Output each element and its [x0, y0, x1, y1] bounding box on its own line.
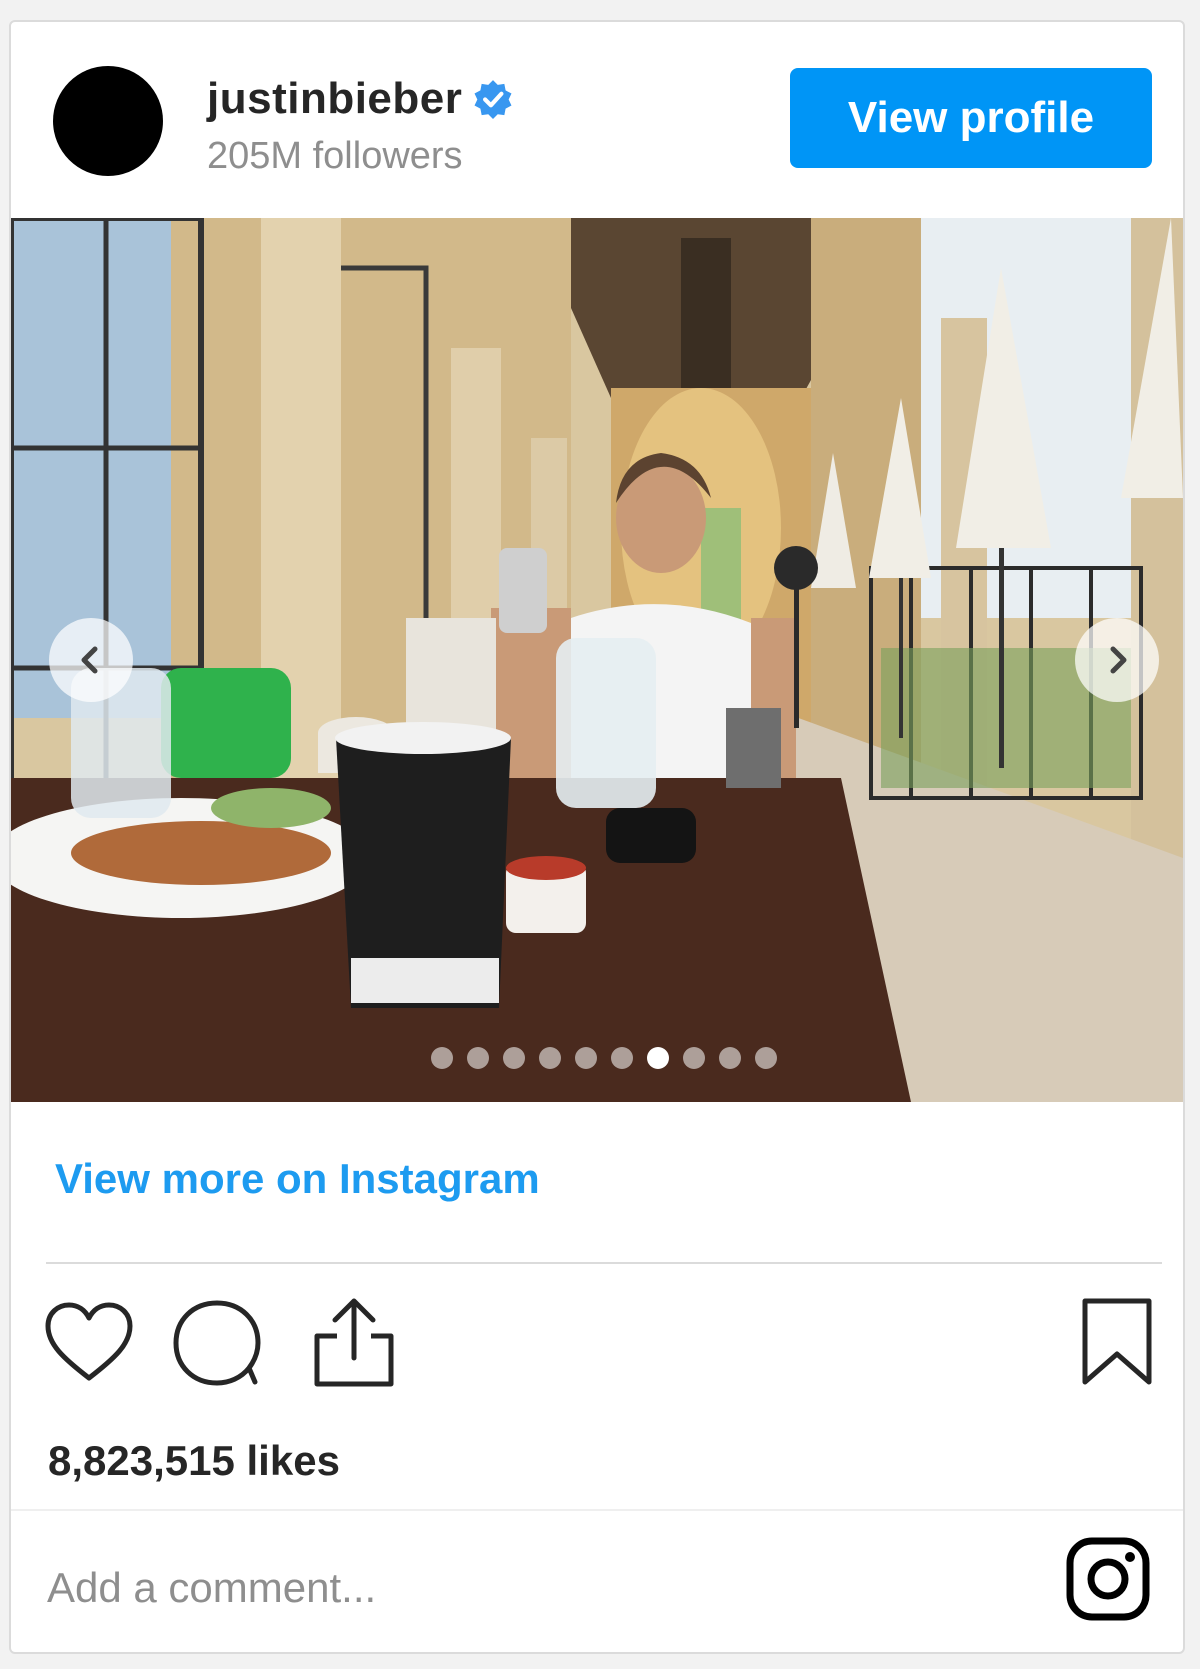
- followers-count: 205M followers: [207, 135, 463, 177]
- carousel-dot[interactable]: [647, 1047, 669, 1069]
- carousel-dot[interactable]: [575, 1047, 597, 1069]
- comment-bubble-icon[interactable]: [171, 1298, 263, 1388]
- carousel-next-button[interactable]: [1075, 618, 1159, 702]
- carousel-dot[interactable]: [683, 1047, 705, 1069]
- carousel-dot[interactable]: [719, 1047, 741, 1069]
- post-photo: [11, 218, 1183, 1102]
- carousel-dot[interactable]: [503, 1047, 525, 1069]
- carousel-dot[interactable]: [431, 1047, 453, 1069]
- carousel-dot[interactable]: [755, 1047, 777, 1069]
- heart-icon[interactable]: [43, 1300, 135, 1384]
- post-header: justinbieber 205M followers View profile: [11, 22, 1183, 217]
- divider: [11, 1509, 1183, 1511]
- carousel-prev-button[interactable]: [49, 618, 133, 702]
- chevron-right-icon: [1110, 646, 1127, 674]
- share-icon[interactable]: [311, 1296, 397, 1388]
- action-bar: [11, 1290, 1183, 1400]
- instagram-icon[interactable]: [1066, 1537, 1150, 1621]
- username[interactable]: justinbieber: [207, 74, 462, 124]
- avatar[interactable]: [53, 66, 163, 176]
- carousel-dots: [431, 1047, 777, 1069]
- carousel-dot[interactable]: [611, 1047, 633, 1069]
- view-more-link[interactable]: View more on Instagram: [55, 1155, 540, 1203]
- verified-badge-icon: [474, 80, 512, 119]
- bookmark-icon[interactable]: [1079, 1296, 1155, 1388]
- post-media-carousel[interactable]: [11, 218, 1183, 1102]
- divider: [46, 1262, 1162, 1264]
- chevron-left-icon: [81, 646, 98, 674]
- username-row: justinbieber: [207, 74, 514, 124]
- add-comment-field[interactable]: Add a comment...: [47, 1564, 376, 1612]
- instagram-embed-card: justinbieber 205M followers View profile: [9, 20, 1185, 1654]
- view-profile-button[interactable]: View profile: [790, 68, 1152, 168]
- carousel-dot[interactable]: [539, 1047, 561, 1069]
- carousel-dot[interactable]: [467, 1047, 489, 1069]
- likes-count: 8,823,515 likes: [48, 1437, 340, 1484]
